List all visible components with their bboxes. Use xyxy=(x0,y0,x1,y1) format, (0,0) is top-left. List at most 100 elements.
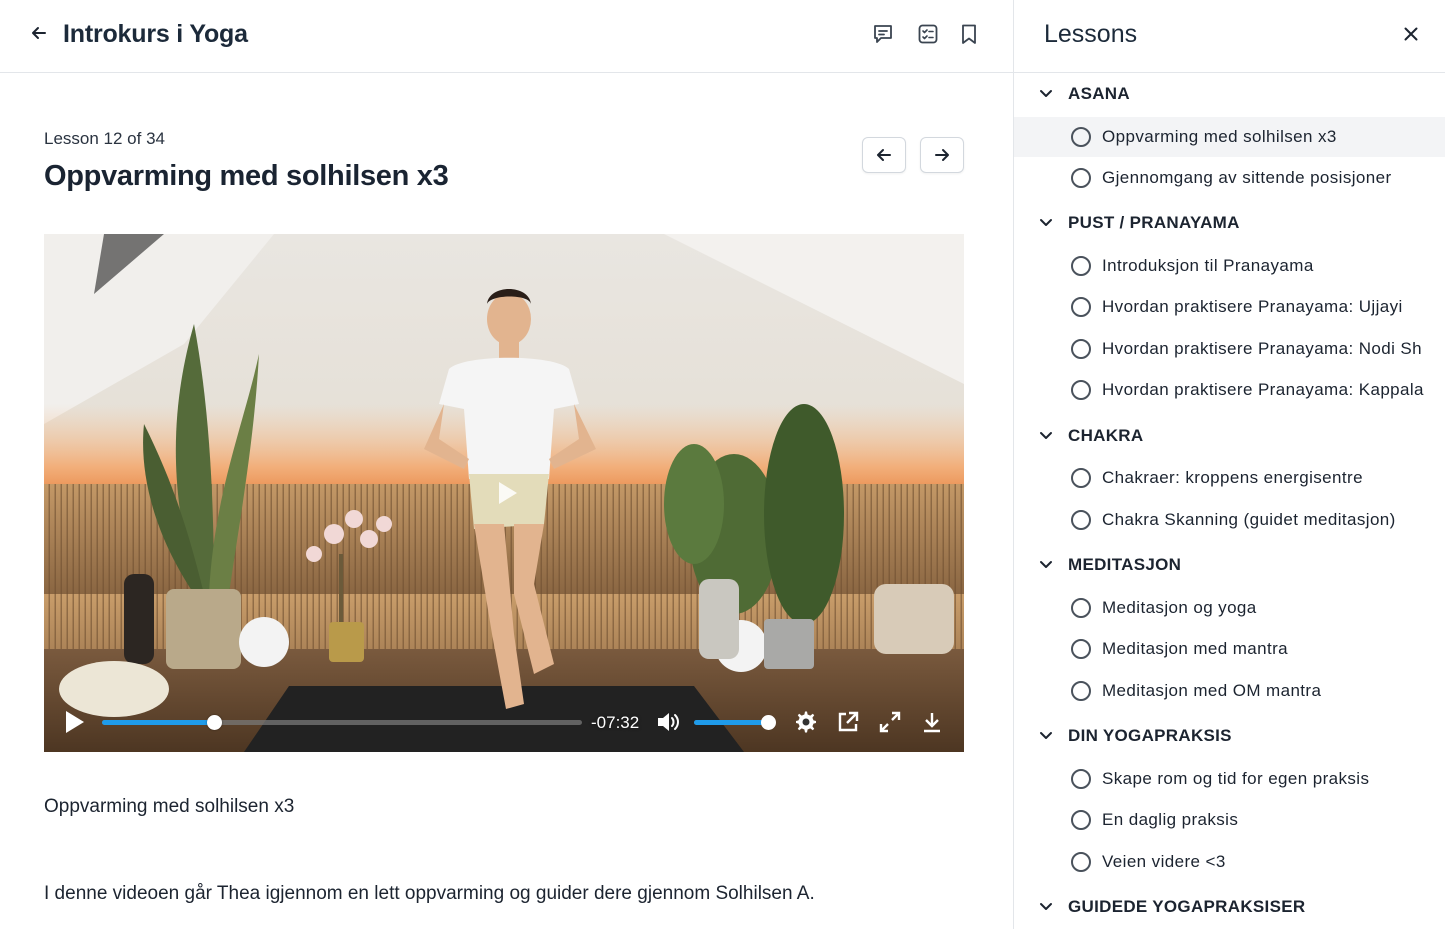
section-label: PUST / PRANAYAMA xyxy=(1068,213,1240,232)
bookmark-icon xyxy=(962,24,976,44)
lesson-counter: Lesson 12 of 34 xyxy=(44,129,165,148)
time-remaining: -07:32 xyxy=(591,713,640,732)
checklist-button[interactable] xyxy=(916,22,940,46)
section-label: ASANA xyxy=(1068,84,1130,103)
lesson-description-title: Oppvarming med solhilsen x3 xyxy=(44,796,295,817)
section-label: MEDITASJON xyxy=(1068,555,1182,574)
lesson-item-label: Chakraer: kroppens energisentre xyxy=(1102,468,1363,487)
video-progress-knob[interactable] xyxy=(207,715,223,730)
play-icon[interactable] xyxy=(64,710,86,734)
top-bar: Introkurs i Yoga xyxy=(0,0,1013,73)
lesson-item[interactable]: Skape rom og tid for egen praksis xyxy=(1014,759,1445,799)
section-label: DIN YOGAPRAKSIS xyxy=(1068,726,1232,745)
lesson-item-label: Introduksjon til Pranayama xyxy=(1102,256,1314,275)
lesson-status-icon xyxy=(1071,681,1091,701)
chat-icon xyxy=(874,25,892,43)
lesson-item[interactable]: Gjennomgang av sittende posisjoner xyxy=(1014,158,1445,198)
video-progress-fill xyxy=(102,720,215,725)
next-lesson-button[interactable] xyxy=(920,137,964,173)
lesson-item-label: Gjennomgang av sittende posisjoner xyxy=(1102,168,1392,187)
lesson-item-label: Meditasjon med OM mantra xyxy=(1102,681,1322,700)
section-meditasjon[interactable]: MEDITASJON xyxy=(1014,546,1445,582)
lesson-item[interactable]: Hvordan praktisere Pranayama: Nodi Sh xyxy=(1014,329,1445,369)
lesson-item[interactable]: Hvordan praktisere Pranayama: Kappala xyxy=(1014,370,1445,410)
volume-icon[interactable] xyxy=(656,710,682,734)
lesson-main: Introkurs i Yoga Lesson 12 of 34 Oppvarm… xyxy=(0,0,1013,929)
lesson-status-icon xyxy=(1071,810,1091,830)
back-button[interactable] xyxy=(28,22,50,44)
lesson-status-icon xyxy=(1071,769,1091,789)
lesson-item-label: En daglig praksis xyxy=(1102,810,1239,829)
section-pust-pranayama[interactable]: PUST / PRANAYAMA xyxy=(1014,204,1445,240)
lesson-item-label: Oppvarming med solhilsen x3 xyxy=(1102,127,1337,146)
section-label: GUIDEDE YOGAPRAKSISER xyxy=(1068,897,1306,916)
lesson-description-text: I denne videoen går Thea igjennom en let… xyxy=(44,883,815,904)
lesson-item-label: Meditasjon og yoga xyxy=(1102,598,1257,617)
lesson-item-label: Chakra Skanning (guidet meditasjon) xyxy=(1102,510,1396,529)
popout-icon[interactable] xyxy=(836,710,860,734)
arrow-left-icon xyxy=(32,27,46,39)
lesson-item-label: Hvordan praktisere Pranayama: Ujjayi xyxy=(1102,297,1403,316)
course-title: Introkurs i Yoga xyxy=(63,20,248,48)
close-sidebar-button[interactable] xyxy=(1400,23,1422,45)
download-icon[interactable] xyxy=(920,710,944,734)
lesson-item-label: Hvordan praktisere Pranayama: Kappala xyxy=(1102,380,1424,399)
lesson-status-icon xyxy=(1071,168,1091,188)
lesson-item[interactable]: Meditasjon med mantra xyxy=(1014,629,1445,669)
section-chakra[interactable]: CHAKRA xyxy=(1014,417,1445,453)
arrow-right-icon xyxy=(935,149,949,161)
lesson-status-icon xyxy=(1071,510,1091,530)
volume-slider[interactable] xyxy=(694,715,776,730)
sidebar-header: Lessons xyxy=(1014,0,1445,73)
video-controls: -07:32 xyxy=(44,688,964,752)
chevron-down-icon xyxy=(1040,90,1052,97)
lesson-item[interactable]: Meditasjon og yoga xyxy=(1014,588,1445,628)
lesson-item[interactable]: Meditasjon med OM mantra xyxy=(1014,671,1445,711)
lesson-status-icon xyxy=(1071,598,1091,618)
section-guidede-yogapraksiser[interactable]: GUIDEDE YOGAPRAKSISER xyxy=(1014,888,1445,924)
chevron-down-icon xyxy=(1040,903,1052,910)
lesson-status-icon xyxy=(1071,127,1091,147)
gear-icon[interactable] xyxy=(794,710,818,734)
volume-fill xyxy=(694,720,769,725)
close-icon xyxy=(1404,27,1418,41)
lesson-item[interactable]: Oppvarming med solhilsen x3 xyxy=(1014,117,1445,157)
lesson-status-icon xyxy=(1071,852,1091,872)
chevron-down-icon xyxy=(1040,561,1052,568)
chevron-down-icon xyxy=(1040,732,1052,739)
video-progress-slider[interactable] xyxy=(102,715,582,730)
checklist-icon xyxy=(918,24,938,44)
lesson-item[interactable]: Introduksjon til Pranayama xyxy=(1014,246,1445,286)
bookmark-button[interactable] xyxy=(957,22,981,46)
section-din-yogapraksis[interactable]: DIN YOGAPRAKSIS xyxy=(1014,717,1445,753)
lesson-status-icon xyxy=(1071,256,1091,276)
sidebar-title: Lessons xyxy=(1044,20,1138,48)
lesson-item-label: Skape rom og tid for egen praksis xyxy=(1102,769,1370,788)
center-play-icon[interactable] xyxy=(497,481,519,505)
section-asana[interactable]: ASANA xyxy=(1014,75,1445,111)
lesson-status-icon xyxy=(1071,297,1091,317)
lesson-status-icon xyxy=(1071,380,1091,400)
lesson-item[interactable]: Veien videre <3 xyxy=(1014,842,1445,882)
chevron-down-icon xyxy=(1040,432,1052,439)
lesson-item[interactable]: En daglig praksis xyxy=(1014,800,1445,840)
lesson-status-icon xyxy=(1071,339,1091,359)
lesson-item-label: Meditasjon med mantra xyxy=(1102,639,1289,658)
lessons-sidebar: Lessons ASANA Oppvarming med solhilsen x… xyxy=(1013,0,1445,929)
volume-knob[interactable] xyxy=(760,715,776,730)
lesson-status-icon xyxy=(1071,468,1091,488)
lesson-item[interactable]: Chakra Skanning (guidet meditasjon) xyxy=(1014,500,1445,540)
lesson-item[interactable]: Hvordan praktisere Pranayama: Ujjayi xyxy=(1014,287,1445,327)
lesson-item-label: Hvordan praktisere Pranayama: Nodi Sh xyxy=(1102,339,1423,358)
previous-lesson-button[interactable] xyxy=(862,137,906,173)
lesson-title: Oppvarming med solhilsen x3 xyxy=(44,160,449,192)
fullscreen-icon[interactable] xyxy=(878,710,902,734)
chevron-down-icon xyxy=(1040,219,1052,226)
lesson-status-icon xyxy=(1071,639,1091,659)
lesson-item-label: Veien videre <3 xyxy=(1102,852,1226,871)
video-player[interactable]: -07:32 xyxy=(44,234,964,752)
section-label: CHAKRA xyxy=(1068,426,1144,445)
lesson-item[interactable]: Chakraer: kroppens energisentre xyxy=(1014,458,1445,498)
arrow-left-icon xyxy=(877,149,891,161)
comments-button[interactable] xyxy=(871,22,895,46)
